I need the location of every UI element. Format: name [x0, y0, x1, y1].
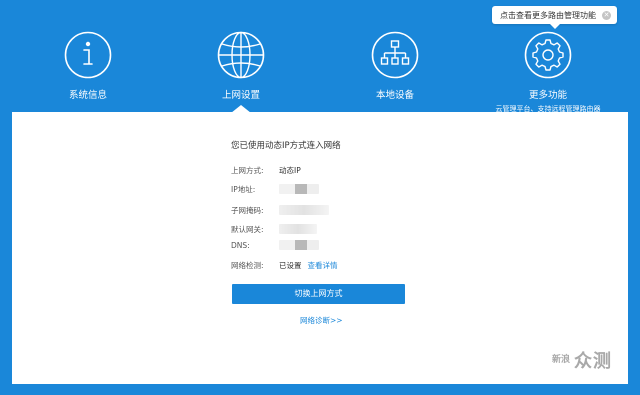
globe-icon — [217, 31, 265, 79]
redacted-value — [279, 224, 317, 234]
network-diagnosis-link[interactable]: 网络诊断>> — [300, 315, 343, 326]
switch-connection-button[interactable]: 切换上网方式 — [232, 284, 405, 304]
redacted-value — [279, 240, 319, 250]
top-nav: 系统信息 上网设置 本地设备 更多功能 云管理平台、支持远程管理路由器 — [0, 0, 640, 114]
panel-title: 您已使用动态IP方式连入网络 — [231, 141, 341, 151]
watermark: 新浪 众测 — [550, 347, 612, 373]
row-subnet-mask: 子网掩码: — [231, 204, 329, 216]
watermark-badge: 新浪 — [551, 355, 570, 365]
row-label: 默认网关: — [231, 224, 264, 234]
row-default-gateway: 默认网关: — [231, 223, 317, 235]
nav-label-internet-settings: 上网设置 — [221, 90, 260, 101]
row-label: 上网方式: — [231, 165, 264, 175]
main-panel: 您已使用动态IP方式连入网络 上网方式: 动态IP IP地址: 子网掩码: 默认… — [12, 112, 628, 384]
row-value: 动态IP — [279, 165, 301, 175]
nav-label-more-features: 更多功能 — [528, 90, 567, 101]
row-value: 已设置 — [279, 260, 302, 270]
row-network-check: 网络检测: 已设置 查看详情 — [231, 259, 338, 271]
nav-item-local-devices[interactable]: 本地设备 — [335, 30, 455, 101]
nav-item-internet-settings[interactable]: 上网设置 — [181, 30, 301, 101]
row-connection-type: 上网方式: 动态IP — [231, 164, 301, 176]
view-details-link[interactable]: 查看详情 — [308, 260, 338, 271]
nav-item-system-info[interactable]: 系统信息 — [28, 30, 148, 101]
network-tree-icon — [371, 31, 419, 79]
gear-icon — [524, 31, 572, 79]
row-label: IP地址: — [231, 184, 256, 194]
redacted-value — [279, 205, 329, 215]
nav-label-system-info: 系统信息 — [68, 90, 107, 101]
nav-item-more-features[interactable]: 更多功能 云管理平台、支持远程管理路由器 — [488, 30, 608, 114]
row-label: DNS: — [231, 240, 250, 250]
nav-label-local-devices: 本地设备 — [375, 90, 414, 101]
info-icon — [64, 31, 112, 79]
row-ip-address: IP地址: — [231, 183, 319, 195]
row-label: 网络检测: — [231, 260, 264, 270]
redacted-value — [279, 184, 319, 194]
row-label: 子网掩码: — [231, 205, 264, 215]
row-dns: DNS: — [231, 239, 319, 251]
watermark-text: 众测 — [574, 351, 612, 372]
